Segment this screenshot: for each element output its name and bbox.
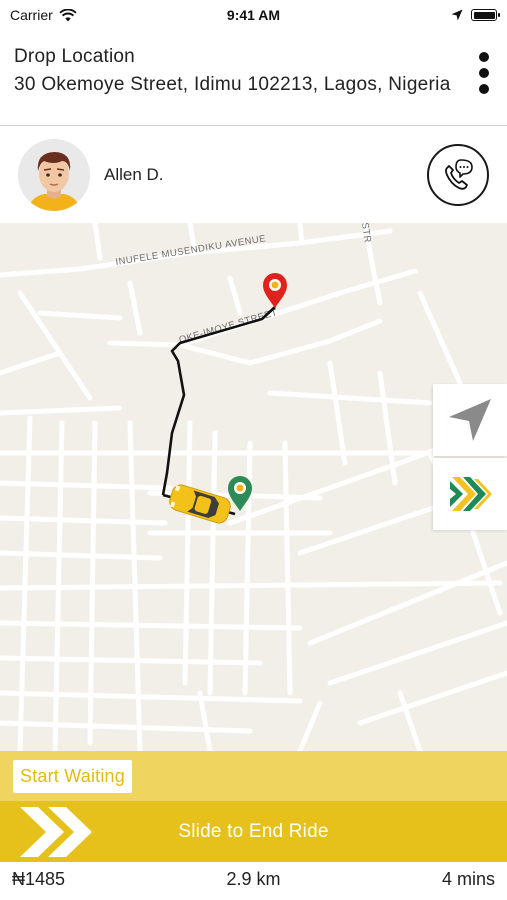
trip-fare: ₦1485: [12, 868, 66, 889]
trip-stats: ₦1485 2.9 km 4 mins: [0, 862, 507, 896]
map-view[interactable]: INUFELE MUSENDIKU AVENUE OKE-IMOYE STREE…: [0, 223, 507, 751]
status-right: [451, 9, 500, 21]
avatar-illustration: [18, 139, 90, 211]
phone-chat-icon: [445, 159, 473, 190]
carrier-label: Carrier: [10, 7, 53, 23]
start-waiting-button[interactable]: Start Waiting: [13, 759, 132, 793]
double-chevron-icon: [20, 806, 92, 857]
drop-location-address: 30 Okemoye Street, Idimu 102213, Lagos, …: [14, 74, 451, 95]
driver-info-row: Allen D.: [0, 127, 507, 223]
dot-icon: [479, 84, 489, 94]
map-canvas[interactable]: INUFELE MUSENDIKU AVENUE OKE-IMOYE STREE…: [0, 223, 507, 751]
trip-distance: 2.9 km: [226, 868, 281, 889]
trip-duration: 4 mins: [441, 868, 495, 889]
driver-avatar[interactable]: [18, 139, 90, 211]
navigation-arrow-icon: [449, 399, 491, 441]
navigate-app-button[interactable]: [433, 458, 507, 530]
slide-to-end-ride[interactable]: Slide to End Ride: [0, 801, 507, 862]
slide-handle[interactable]: [0, 801, 110, 862]
battery-icon: [471, 9, 500, 21]
waiting-bar: Start Waiting: [0, 751, 507, 801]
navigation-chevrons-icon: [450, 477, 492, 511]
more-menu-button[interactable]: [477, 52, 491, 94]
dot-icon: [479, 52, 489, 62]
status-bar: Carrier 9:41 AM: [0, 0, 507, 30]
dot-icon: [479, 68, 489, 78]
call-driver-button[interactable]: [427, 144, 489, 206]
driver-name: Allen D.: [104, 165, 164, 184]
drop-location-header: Drop Location 30 Okemoye Street, Idimu 1…: [0, 40, 507, 126]
drop-location-label: Drop Location: [14, 46, 135, 67]
wifi-icon: [59, 8, 77, 21]
location-arrow-icon: [451, 9, 463, 21]
recenter-location-button[interactable]: [433, 384, 507, 456]
carrier-info: Carrier: [10, 7, 77, 23]
